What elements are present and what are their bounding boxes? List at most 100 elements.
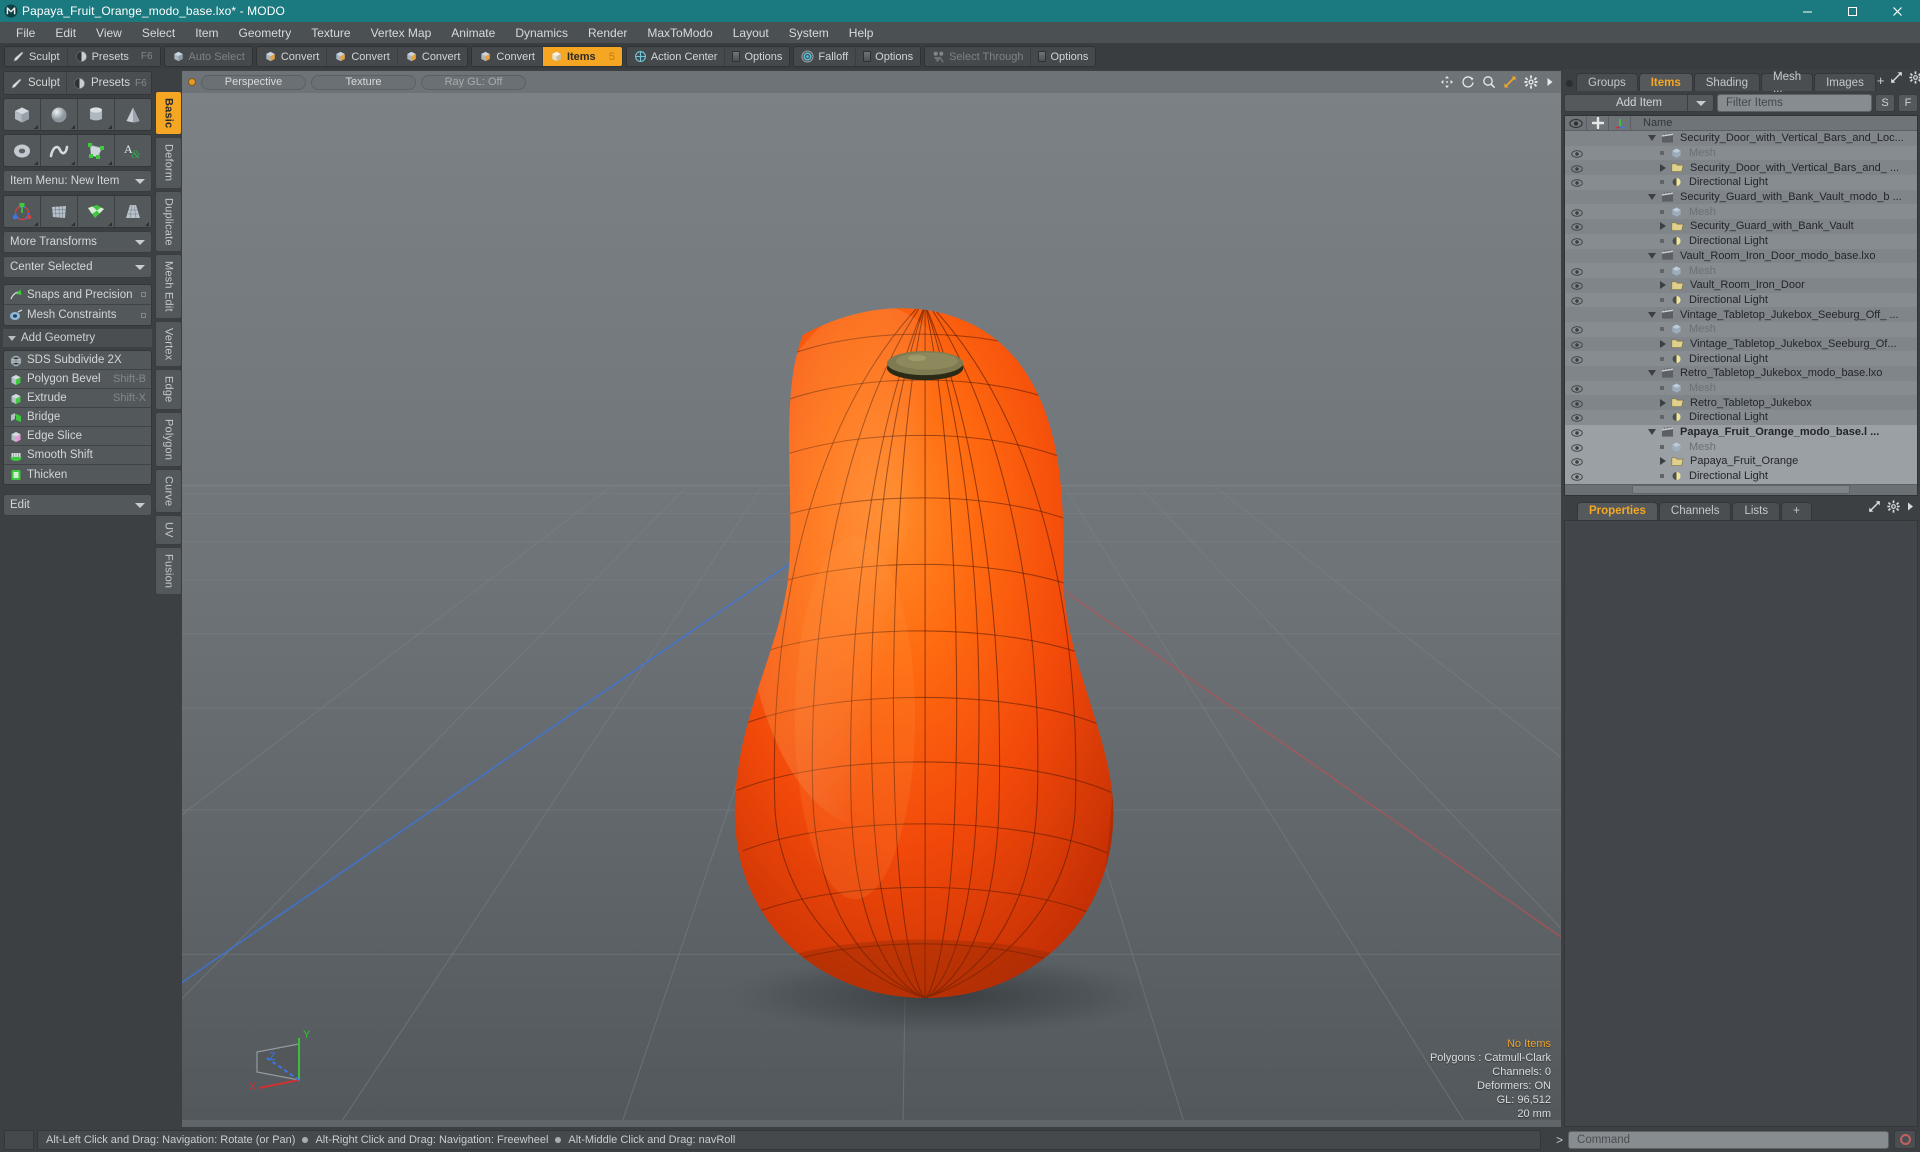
geometry-tool-smooth-shift[interactable]: Smooth Shift bbox=[4, 446, 151, 465]
left-tab-vertex[interactable]: Vertex bbox=[155, 321, 182, 368]
primitive-cylinder-button[interactable] bbox=[78, 99, 115, 130]
primitive-curve-button[interactable] bbox=[41, 135, 78, 166]
visibility-toggle[interactable] bbox=[1565, 454, 1587, 469]
left-tab-deform[interactable]: Deform bbox=[155, 137, 182, 189]
axis-column-header[interactable] bbox=[1609, 116, 1631, 130]
left-tab-curve[interactable]: Curve bbox=[155, 469, 182, 514]
visibility-toggle[interactable] bbox=[1565, 395, 1587, 410]
lock-toggle[interactable] bbox=[1587, 131, 1609, 146]
menu-item-select[interactable]: Select bbox=[132, 24, 185, 42]
item-name-cell[interactable]: Retro_Tabletop_Jukebox_modo_base.lxo bbox=[1631, 367, 1917, 379]
table-row[interactable]: Papaya_Fruit_Orange_modo_base.l ... bbox=[1565, 424, 1917, 440]
lock-toggle[interactable] bbox=[1587, 190, 1609, 205]
gear-icon[interactable] bbox=[1887, 499, 1900, 518]
rotate-viewport-icon[interactable] bbox=[1461, 75, 1475, 89]
move-viewport-icon[interactable] bbox=[1440, 75, 1454, 89]
toolbar-button-convert-2-1[interactable]: Convert bbox=[327, 47, 398, 66]
toolbar-button-convert-2-2[interactable]: Convert bbox=[398, 47, 468, 66]
lock-toggle[interactable] bbox=[1587, 263, 1609, 278]
item-name-cell[interactable]: Directional Light bbox=[1631, 176, 1917, 188]
axis-toggle[interactable] bbox=[1609, 263, 1631, 278]
item-name-cell[interactable]: Security_Guard_with_Bank_Vault bbox=[1631, 220, 1917, 232]
visibility-toggle[interactable] bbox=[1565, 293, 1587, 308]
axis-toggle[interactable] bbox=[1609, 366, 1631, 381]
visibility-toggle[interactable] bbox=[1565, 410, 1587, 425]
table-row[interactable]: Retro_Tabletop_Jukebox bbox=[1565, 395, 1917, 411]
left-tab-edge[interactable]: Edge bbox=[155, 369, 182, 410]
axis-toggle[interactable] bbox=[1609, 190, 1631, 205]
lock-column-header[interactable] bbox=[1587, 116, 1609, 130]
geometry-tool-edge-slice[interactable]: Edge Slice bbox=[4, 427, 151, 446]
lock-toggle[interactable] bbox=[1587, 293, 1609, 308]
record-macro-button[interactable] bbox=[1894, 1130, 1916, 1149]
chevron-right-icon[interactable] bbox=[1660, 398, 1666, 407]
command-input[interactable]: Command bbox=[1568, 1130, 1889, 1149]
chevron-right-icon[interactable] bbox=[1906, 500, 1915, 518]
primitive-cube-button[interactable] bbox=[4, 99, 41, 130]
lock-toggle[interactable] bbox=[1587, 410, 1609, 425]
geometry-tool-thicken[interactable]: Thicken bbox=[4, 465, 151, 484]
geometry-tool-bridge[interactable]: Bridge bbox=[4, 408, 151, 427]
left-tab-mesh-edit[interactable]: Mesh Edit bbox=[155, 254, 182, 320]
menu-item-vertex-map[interactable]: Vertex Map bbox=[361, 24, 442, 42]
toolbar-button-items-3-1[interactable]: Items 5 bbox=[542, 47, 622, 66]
table-row[interactable]: Security_Door_with_Vertical_Bars_and_ ..… bbox=[1565, 160, 1917, 176]
item-name-cell[interactable]: Directional Light bbox=[1631, 353, 1917, 365]
axis-toggle[interactable] bbox=[1609, 307, 1631, 322]
axis-toggle[interactable] bbox=[1609, 278, 1631, 293]
item-name-cell[interactable]: Mesh bbox=[1631, 323, 1917, 335]
text-tool-button[interactable]: A & bbox=[115, 135, 151, 166]
axis-toggle[interactable] bbox=[1609, 469, 1631, 484]
lock-toggle[interactable] bbox=[1587, 234, 1609, 249]
checker-deform-button[interactable] bbox=[78, 196, 115, 227]
toolbar-button-options-5-1[interactable]: Options bbox=[856, 47, 920, 66]
name-column-header[interactable]: Name bbox=[1631, 116, 1917, 130]
item-name-cell[interactable]: Security_Guard_with_Bank_Vault_modo_b ..… bbox=[1631, 191, 1917, 203]
toolbar-button-options-4-1[interactable]: Options bbox=[725, 47, 789, 66]
table-row[interactable]: Mesh bbox=[1565, 439, 1917, 455]
properties-tab-lists[interactable]: Lists bbox=[1732, 501, 1781, 520]
menu-item-texture[interactable]: Texture bbox=[301, 24, 360, 42]
visibility-toggle[interactable] bbox=[1565, 351, 1587, 366]
axis-toggle[interactable] bbox=[1609, 131, 1631, 146]
gear-icon[interactable] bbox=[1909, 71, 1920, 89]
table-row[interactable]: Directional Light bbox=[1565, 175, 1917, 190]
axis-toggle[interactable] bbox=[1609, 175, 1631, 190]
maximize-button[interactable] bbox=[1830, 0, 1875, 22]
lock-toggle[interactable] bbox=[1587, 366, 1609, 381]
visibility-toggle[interactable] bbox=[1565, 204, 1587, 219]
primitive-cone-button[interactable] bbox=[115, 99, 151, 130]
axis-toggle[interactable] bbox=[1609, 219, 1631, 234]
menu-item-system[interactable]: System bbox=[779, 24, 839, 42]
left-tab-uv[interactable]: UV bbox=[155, 515, 182, 546]
right-tab-groups[interactable]: Groups bbox=[1576, 73, 1638, 91]
table-row[interactable]: Papaya_Fruit_Orange bbox=[1565, 454, 1917, 469]
chevron-down-icon[interactable] bbox=[1648, 429, 1656, 436]
expand-icon[interactable] bbox=[1868, 500, 1881, 518]
mesh-constraints-options-handle[interactable] bbox=[141, 312, 146, 318]
chevron-down-icon[interactable] bbox=[1648, 252, 1656, 259]
viewport-axis-gizmo[interactable]: Y X Z bbox=[237, 1022, 329, 1105]
toolbar-button-convert-2-0[interactable]: Convert bbox=[257, 47, 328, 66]
table-row[interactable]: Vintage_Tabletop_Jukebox_Seeburg_Of... bbox=[1565, 336, 1917, 352]
left-tab-duplicate[interactable]: Duplicate bbox=[155, 190, 182, 253]
lock-toggle[interactable] bbox=[1587, 204, 1609, 219]
item-name-cell[interactable]: Directional Light bbox=[1631, 235, 1917, 247]
visibility-toggle[interactable] bbox=[1565, 381, 1587, 396]
add-item-button[interactable]: Add Item bbox=[1564, 94, 1714, 112]
right-tab-images[interactable]: Images bbox=[1814, 73, 1876, 91]
menu-item-geometry[interactable]: Geometry bbox=[229, 24, 302, 42]
toolbar-button-falloff-5-0[interactable]: Falloff bbox=[794, 47, 857, 66]
table-row[interactable]: Mesh bbox=[1565, 321, 1917, 337]
menu-item-file[interactable]: File bbox=[6, 24, 45, 42]
visibility-toggle[interactable] bbox=[1565, 322, 1587, 337]
lock-toggle[interactable] bbox=[1587, 425, 1609, 440]
menu-item-help[interactable]: Help bbox=[839, 24, 884, 42]
toolbar-button-select-through-6-0[interactable]: Select Through bbox=[925, 47, 1032, 66]
item-name-cell[interactable]: Retro_Tabletop_Jukebox bbox=[1631, 397, 1917, 409]
gear-icon[interactable] bbox=[1524, 75, 1538, 89]
snaps-and-precision-button[interactable]: Snaps and Precision bbox=[4, 285, 151, 305]
panel-menu-dot-icon[interactable] bbox=[1566, 80, 1573, 87]
visibility-toggle[interactable] bbox=[1565, 469, 1587, 484]
lock-toggle[interactable] bbox=[1587, 307, 1609, 322]
